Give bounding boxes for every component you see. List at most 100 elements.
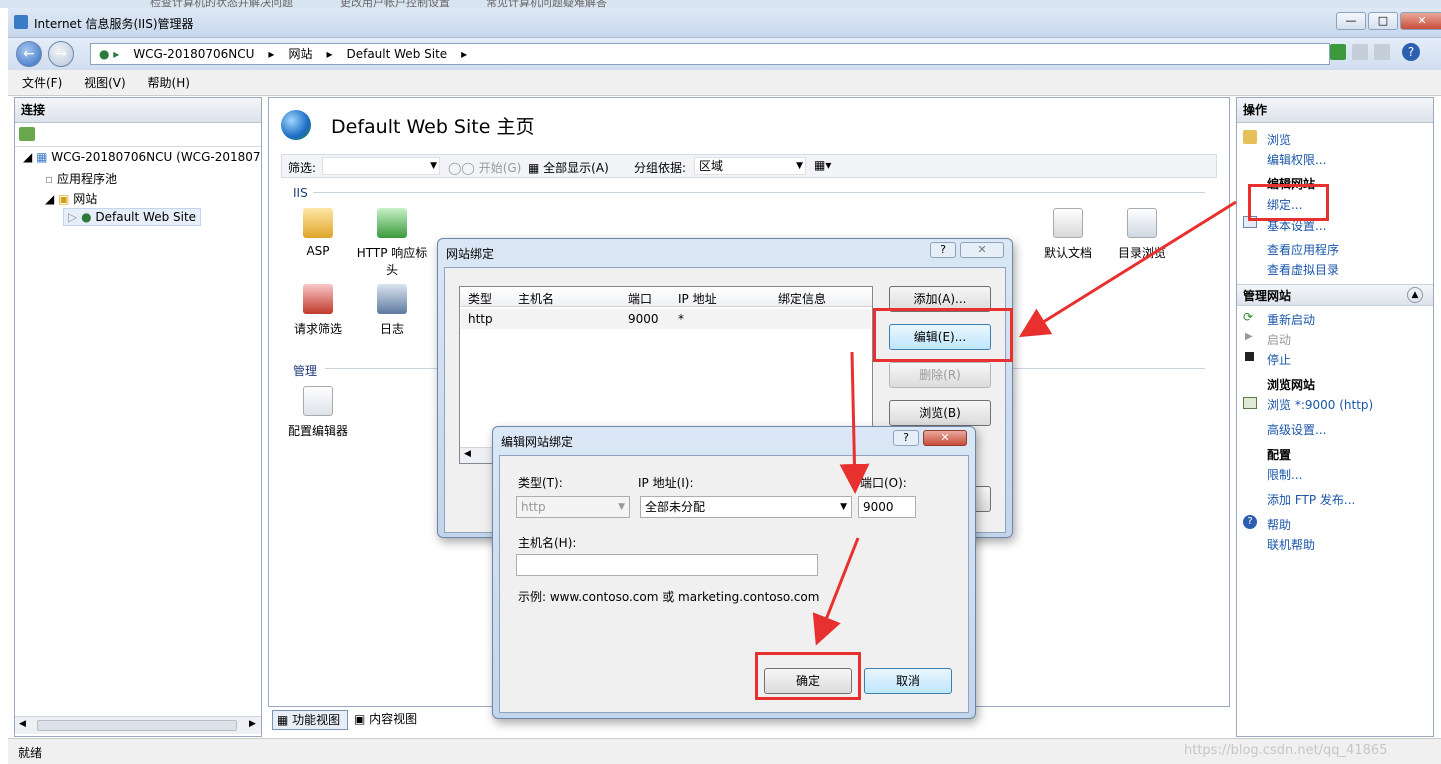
cancel-button[interactable]: 取消 [864, 668, 952, 694]
minimize-button[interactable]: — [1336, 12, 1366, 30]
help-icon: ? [1243, 515, 1257, 529]
crumb-server[interactable]: WCG-20180706NCU [133, 44, 254, 64]
expand-icon[interactable]: ◢ [23, 150, 32, 164]
feature-logging[interactable]: 日志 [355, 284, 429, 337]
menu-file[interactable]: 文件(F) [22, 70, 62, 96]
feature-config-editor[interactable]: 配置编辑器 [281, 386, 355, 439]
action-online-help[interactable]: 联机帮助 [1267, 536, 1315, 553]
host-label: 主机名(H): [518, 536, 577, 550]
action-view-applications[interactable]: 查看应用程序 [1267, 241, 1339, 258]
close-button[interactable]: ✕ [1400, 12, 1441, 30]
asp-icon [303, 208, 333, 238]
actions-header: 操作 [1237, 98, 1433, 123]
chevron-right-icon: ▸ [461, 47, 468, 61]
example-text: 示例: www.contoso.com 或 marketing.contoso.… [518, 590, 820, 604]
action-edit-permissions[interactable]: 编辑权限... [1267, 151, 1326, 168]
scroll-right-icon[interactable]: ▶ [249, 719, 256, 729]
table-row[interactable]: http 9000 * [461, 309, 871, 329]
port-label: 端口(O): [860, 476, 907, 490]
home-icon[interactable] [1374, 44, 1390, 60]
collapse-up-icon[interactable]: ▲ [1407, 287, 1423, 303]
scroll-left-icon[interactable]: ◀ [19, 719, 26, 729]
col-binding-info[interactable]: 绑定信息 [778, 290, 826, 307]
globe-icon: ● [81, 210, 92, 224]
scroll-left-icon[interactable]: ◀ [464, 449, 471, 459]
config-editor-icon [303, 386, 333, 416]
col-port[interactable]: 端口 [628, 290, 652, 307]
feature-request-filtering[interactable]: 请求筛选 [281, 284, 355, 337]
tree-app-pools[interactable]: ▫ 应用程序池 [45, 170, 117, 187]
stop-icon[interactable] [1352, 44, 1368, 60]
refresh-icon[interactable] [1330, 44, 1346, 60]
tree-default-site[interactable]: ▷ ● Default Web Site [63, 208, 202, 226]
close-icon[interactable]: ✕ [960, 242, 1004, 258]
filter-label: 筛选: [288, 161, 317, 175]
action-restart[interactable]: 重新启动 [1267, 311, 1315, 328]
browse-binding-button[interactable]: 浏览(B) [889, 400, 991, 426]
back-button[interactable]: ← [16, 41, 42, 67]
view-mode-icon[interactable]: ▦▾ [814, 158, 831, 172]
crumb-site[interactable]: Default Web Site [346, 44, 447, 64]
col-type[interactable]: 类型 [468, 290, 492, 307]
col-host[interactable]: 主机名 [518, 290, 554, 307]
help-icon[interactable]: ? [893, 430, 919, 446]
default-doc-icon [1053, 208, 1083, 238]
action-stop[interactable]: 停止 [1267, 351, 1291, 368]
app-pool-icon: ▫ [45, 172, 54, 186]
feature-asp[interactable]: ASP [281, 208, 355, 258]
logging-icon [377, 284, 407, 314]
scrollbar-thumb[interactable] [37, 720, 237, 731]
crumb-sites[interactable]: 网站 [288, 44, 312, 64]
host-name-input[interactable] [516, 554, 818, 576]
remove-binding-button[interactable]: 删除(R) [889, 362, 991, 388]
action-view-virtual-dirs[interactable]: 查看虚拟目录 [1267, 261, 1339, 278]
menu-help[interactable]: 帮助(H) [148, 70, 190, 96]
chevron-right-icon: ▸ [326, 47, 333, 61]
start-filter-button[interactable]: ◯◯ 开始(G) [448, 159, 521, 176]
tree-server[interactable]: ◢ ▦ WCG-20180706NCU (WCG-201807 [23, 150, 261, 164]
connect-icon[interactable] [19, 127, 35, 141]
ip-address-select[interactable]: 全部未分配 ▼ [640, 496, 852, 518]
menu-view[interactable]: 视图(V) [84, 70, 126, 96]
window-title: Internet 信息服务(IIS)管理器 [34, 17, 194, 31]
feature-default-document[interactable]: 默认文档 [1031, 208, 1105, 261]
collapse-icon[interactable]: ▷ [68, 210, 77, 224]
action-add-ftp[interactable]: 添加 FTP 发布... [1267, 491, 1355, 508]
connections-header: 连接 [15, 98, 261, 123]
horizontal-scrollbar[interactable]: ◀ ▶ [15, 716, 261, 734]
help-icon[interactable]: ? [1402, 43, 1420, 61]
action-browse[interactable]: 浏览 [1267, 131, 1291, 148]
watermark-text: https://blog.csdn.net/qq_41865 [1184, 743, 1388, 758]
type-select[interactable]: http ▼ [516, 496, 630, 518]
maximize-button[interactable]: □ [1368, 12, 1398, 30]
action-limits[interactable]: 限制... [1267, 466, 1302, 483]
action-advanced-settings[interactable]: 高级设置... [1267, 421, 1326, 438]
table-header: 类型 主机名 端口 IP 地址 绑定信息 [460, 287, 872, 307]
feature-directory-browsing[interactable]: 目录浏览 [1105, 208, 1179, 261]
browse-site-icon [1243, 397, 1257, 409]
feature-http-headers[interactable]: HTTP 响应标头 [355, 208, 429, 278]
tab-features-view[interactable]: ▦ 功能视图 [272, 710, 348, 730]
address-path[interactable]: ● ▸ WCG-20180706NCU ▸ 网站 ▸ Default Web S… [90, 43, 1330, 65]
section-iis: IIS [293, 186, 308, 200]
manage-site-header: 管理网站 ▲ [1237, 284, 1433, 306]
tree-sites[interactable]: ◢ ▣ 网站 [45, 190, 97, 207]
close-icon[interactable]: ✕ [923, 430, 967, 446]
port-input[interactable]: 9000 [858, 496, 916, 518]
browse-icon [1243, 130, 1257, 144]
filter-input[interactable]: ▼ [322, 157, 440, 175]
group-by-select[interactable]: 区域 ▼ [694, 157, 806, 175]
show-all-button[interactable]: ▦ 全部显示(A) [528, 159, 609, 176]
tab-content-view[interactable]: ▣ 内容视图 [352, 710, 428, 730]
edit-binding-title: 编辑网站绑定 [501, 435, 574, 449]
forward-button[interactable]: → [48, 41, 74, 67]
action-start[interactable]: 启动 [1267, 331, 1291, 348]
filter-toolbar: 筛选: ▼ ◯◯ 开始(G) ▦ 全部显示(A) 分组依据: 区域 ▼ ▦▾ [281, 154, 1217, 178]
col-ip[interactable]: IP 地址 [678, 290, 717, 307]
help-button[interactable]: ? [930, 242, 956, 258]
action-browse-9000[interactable]: 浏览 *:9000 (http) [1267, 396, 1373, 413]
globe-icon: ● ▸ [99, 47, 120, 61]
expand-icon[interactable]: ◢ [45, 192, 54, 206]
action-help[interactable]: 帮助 [1267, 516, 1291, 533]
folder-icon: ▣ [58, 192, 70, 206]
